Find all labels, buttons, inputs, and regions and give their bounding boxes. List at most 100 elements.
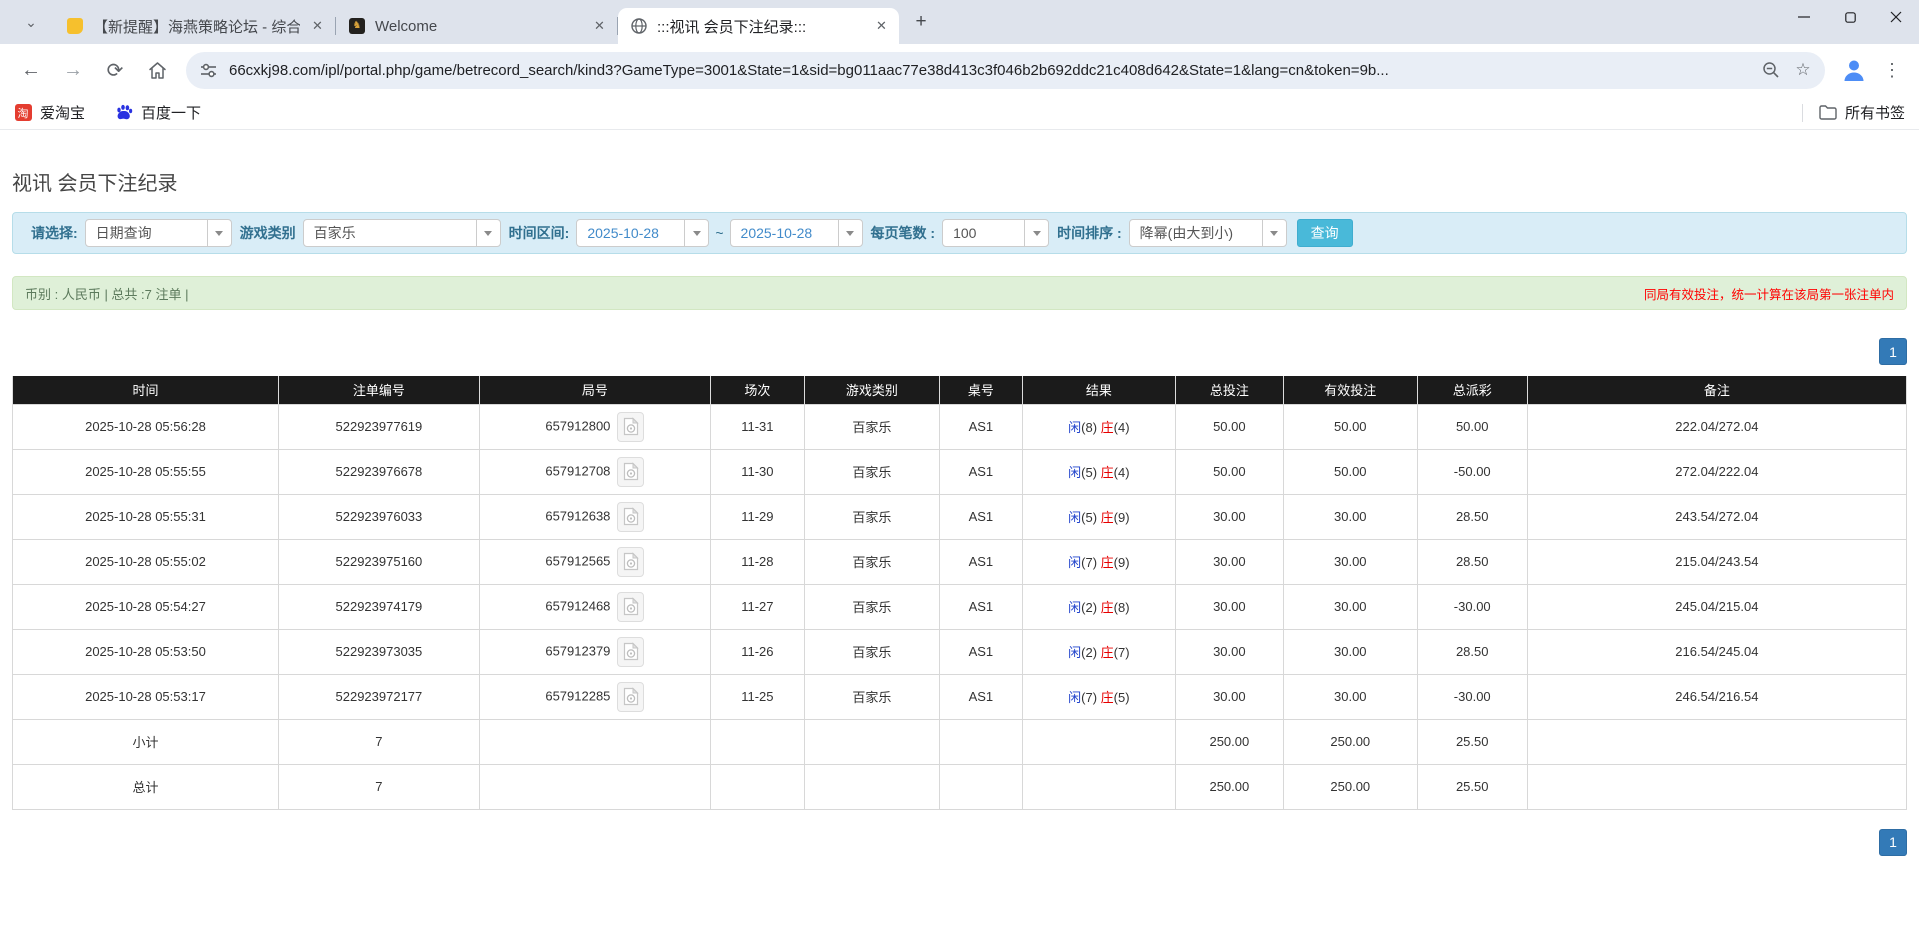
minimize-icon xyxy=(1798,11,1810,23)
divider xyxy=(1802,104,1803,122)
cell-session: 11-29 xyxy=(710,494,804,539)
table-row: 2025-10-28 05:55:02522923975160657912565… xyxy=(13,539,1907,584)
cell-game-type: 百家乐 xyxy=(804,674,939,719)
result-player-score: (7) xyxy=(1081,555,1101,570)
result-player: 闲 xyxy=(1068,510,1081,525)
cell-total-bet[interactable]: 50.00 xyxy=(1175,449,1283,494)
result-banker: 庄 xyxy=(1101,690,1114,705)
total-total-bet: 250.00 xyxy=(1175,764,1283,809)
cell-session: 11-25 xyxy=(710,674,804,719)
result-banker: 庄 xyxy=(1101,510,1114,525)
close-window-button[interactable] xyxy=(1873,0,1919,34)
url-text[interactable]: 66cxkj98.com/ipl/portal.php/game/betreco… xyxy=(229,62,1755,79)
video-replay-button[interactable] xyxy=(617,457,644,487)
per-page-select[interactable]: 100 xyxy=(942,219,1049,247)
total-count: 7 xyxy=(278,764,479,809)
bookmark-star-icon[interactable]: ☆ xyxy=(1787,54,1819,86)
game-type-value: 百家乐 xyxy=(304,220,476,246)
bookmark-baidu[interactable]: 百度一下 xyxy=(115,102,201,123)
cell-session: 11-31 xyxy=(710,404,804,449)
cell-result: 闲(2) 庄(7) xyxy=(1022,629,1175,674)
cell-note: 222.04/272.04 xyxy=(1527,404,1906,449)
page-1-button[interactable]: 1 xyxy=(1879,338,1907,365)
cell-total-bet[interactable]: 30.00 xyxy=(1175,539,1283,584)
result-player: 闲 xyxy=(1068,645,1081,660)
round-number-text: 657912800 xyxy=(545,418,610,433)
cell-round-number: 657912638 xyxy=(479,494,710,539)
date-from-select[interactable]: 2025-10-28 xyxy=(576,219,709,247)
cell-bet-number: 522923974179 xyxy=(278,584,479,629)
bet-records-table: 时间 注单编号 局号 场次 游戏类别 桌号 结果 总投注 有效投注 总派彩 备注… xyxy=(12,376,1907,810)
header-result: 结果 xyxy=(1022,376,1175,404)
video-replay-button[interactable] xyxy=(617,592,644,622)
reload-button[interactable]: ⟳ xyxy=(96,51,134,89)
video-replay-icon xyxy=(623,462,639,481)
header-total-bet: 总投注 xyxy=(1175,376,1283,404)
table-row: 2025-10-28 05:53:50522923973035657912379… xyxy=(13,629,1907,674)
page-1-button[interactable]: 1 xyxy=(1879,829,1907,856)
cell-total-bet[interactable]: 30.00 xyxy=(1175,584,1283,629)
result-banker-score: (5) xyxy=(1114,690,1130,705)
cell-payout: -30.00 xyxy=(1417,584,1527,629)
zoom-out-icon[interactable] xyxy=(1755,54,1787,86)
query-type-value: 日期查询 xyxy=(86,220,207,246)
address-bar[interactable]: 66cxkj98.com/ipl/portal.php/game/betreco… xyxy=(186,52,1825,89)
home-button[interactable] xyxy=(138,51,176,89)
bookmark-taobao[interactable]: 淘 爱淘宝 xyxy=(14,102,85,123)
back-button[interactable]: ← xyxy=(12,51,50,89)
cell-note: 215.04/243.54 xyxy=(1527,539,1906,584)
profile-icon xyxy=(1841,57,1867,83)
tab-search-button[interactable]: ⌄ xyxy=(16,7,46,37)
profile-button[interactable] xyxy=(1837,53,1871,87)
date-to-value: 2025-10-28 xyxy=(731,220,838,246)
result-player: 闲 xyxy=(1068,555,1081,570)
video-replay-button[interactable] xyxy=(617,412,644,442)
cell-total-bet[interactable]: 30.00 xyxy=(1175,494,1283,539)
cell-total-bet[interactable]: 30.00 xyxy=(1175,629,1283,674)
browser-menu-button[interactable]: ⋮ xyxy=(1875,53,1909,87)
result-player: 闲 xyxy=(1068,420,1081,435)
forward-button[interactable]: → xyxy=(54,51,92,89)
result-player: 闲 xyxy=(1068,690,1081,705)
tab-forum[interactable]: 【新提醒】海燕策略论坛 - 综合 ✕ xyxy=(54,8,335,44)
chevron-down-icon xyxy=(1024,220,1048,246)
close-icon[interactable]: ✕ xyxy=(872,17,891,36)
sort-select[interactable]: 降幂(由大到小) xyxy=(1129,219,1287,247)
cell-round-number: 657912708 xyxy=(479,449,710,494)
cell-payout: -50.00 xyxy=(1417,449,1527,494)
minimize-button[interactable] xyxy=(1781,0,1827,34)
video-replay-button[interactable] xyxy=(617,547,644,577)
tab-welcome[interactable]: ♞ Welcome ✕ xyxy=(336,8,617,44)
video-replay-icon xyxy=(623,417,639,436)
maximize-button[interactable] xyxy=(1827,0,1873,34)
video-replay-icon xyxy=(623,687,639,706)
close-icon[interactable]: ✕ xyxy=(590,17,609,36)
close-icon[interactable]: ✕ xyxy=(308,17,327,36)
cell-game-type: 百家乐 xyxy=(804,494,939,539)
date-to-select[interactable]: 2025-10-28 xyxy=(730,219,863,247)
cell-table-number: AS1 xyxy=(939,449,1022,494)
cell-total-bet[interactable]: 50.00 xyxy=(1175,404,1283,449)
sort-value: 降幂(由大到小) xyxy=(1130,220,1262,246)
taobao-icon: 淘 xyxy=(14,104,32,122)
tab-title: 【新提醒】海燕策略论坛 - 综合 xyxy=(93,16,300,37)
notice-text: 同局有效投注，统一计算在该局第一张注单内 xyxy=(1644,284,1894,303)
chevron-down-icon xyxy=(838,220,862,246)
video-replay-button[interactable] xyxy=(617,637,644,667)
tab-bet-records-active[interactable]: :::视讯 会员下注纪录::: ✕ xyxy=(618,8,899,44)
cell-total-bet[interactable]: 30.00 xyxy=(1175,674,1283,719)
video-replay-button[interactable] xyxy=(617,502,644,532)
game-type-select[interactable]: 百家乐 xyxy=(303,219,501,247)
bookmark-label: 爱淘宝 xyxy=(40,102,85,123)
site-info-icon[interactable] xyxy=(200,62,217,79)
header-game-type: 游戏类别 xyxy=(804,376,939,404)
subtotal-valid-bet: 250.00 xyxy=(1283,719,1417,764)
header-bet-number: 注单编号 xyxy=(278,376,479,404)
query-type-select[interactable]: 日期查询 xyxy=(85,219,232,247)
cell-session: 11-28 xyxy=(710,539,804,584)
video-replay-button[interactable] xyxy=(617,682,644,712)
table-row: 2025-10-28 05:54:27522923974179657912468… xyxy=(13,584,1907,629)
all-bookmarks[interactable]: 所有书签 xyxy=(1802,102,1905,123)
new-tab-button[interactable]: + xyxy=(907,8,935,36)
query-button[interactable]: 查询 xyxy=(1297,219,1353,247)
